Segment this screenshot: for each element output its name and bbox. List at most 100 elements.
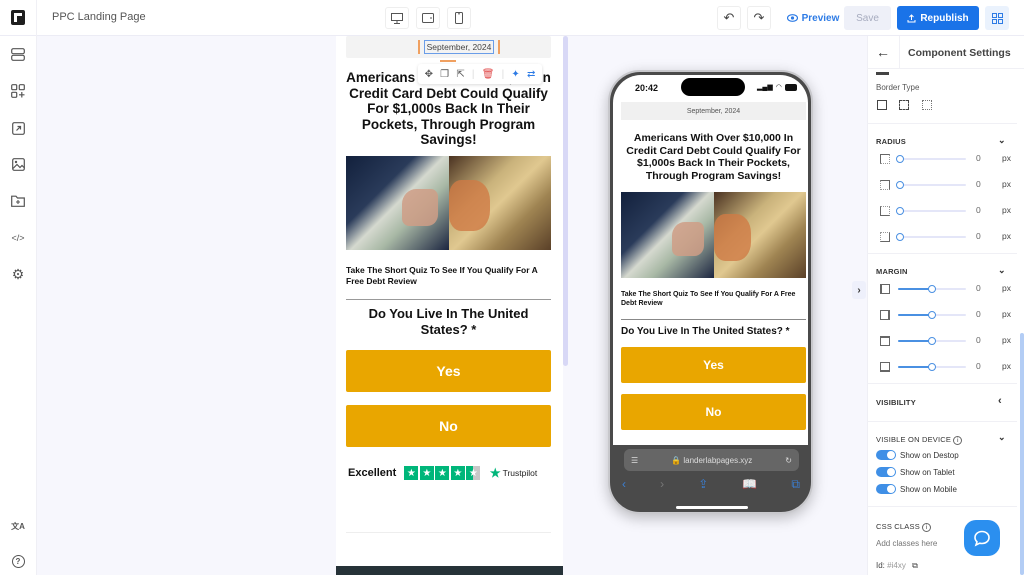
hero-image-left xyxy=(346,156,449,250)
resize-handle-left[interactable] xyxy=(418,40,420,54)
move-icon[interactable]: ✥ xyxy=(425,69,433,80)
radius-bottom-left-slider[interactable] xyxy=(896,207,966,215)
preview-button[interactable]: Preview xyxy=(786,6,840,30)
back-icon: ‹ xyxy=(622,477,626,491)
chevron-down-icon[interactable]: ⌄ xyxy=(998,432,1006,443)
toggle-label: Show on Tablet xyxy=(900,467,955,477)
border-dotted-option[interactable] xyxy=(922,100,932,110)
corner-bottom-right-icon xyxy=(880,232,890,242)
margin-bottom-slider[interactable] xyxy=(898,363,966,371)
redo-icon: ↷ xyxy=(753,10,765,25)
sidebar-item-code[interactable]: </> xyxy=(9,229,27,247)
republish-button[interactable]: Republish xyxy=(897,6,979,30)
margin-top-slider[interactable] xyxy=(898,337,966,345)
delete-icon[interactable]: 🗑 xyxy=(482,69,495,80)
slider-thumb[interactable] xyxy=(896,155,904,163)
device-desktop-button[interactable] xyxy=(385,7,409,29)
sidebar-item-files[interactable] xyxy=(9,192,27,210)
chevron-down-icon[interactable]: ⌄ xyxy=(998,135,1006,146)
star-half-icon: ★ xyxy=(466,466,481,480)
margin-value[interactable]: 0 xyxy=(976,361,981,371)
swap-icon[interactable]: ⇄ xyxy=(527,69,535,80)
show-desktop-toggle[interactable] xyxy=(876,450,896,460)
reload-icon: ↻ xyxy=(785,455,792,465)
rating-label: Excellent xyxy=(348,467,397,479)
device-tablet-button[interactable] xyxy=(416,7,440,29)
back-arrow-icon[interactable]: ← xyxy=(876,44,890,60)
phone-browser-nav: ‹ › ⇪ 📖 ⧉ xyxy=(616,477,806,492)
status-time: 20:42 xyxy=(635,83,659,93)
undo-button[interactable]: ↶ xyxy=(717,6,741,30)
chevron-down-icon[interactable]: ⌄ xyxy=(998,265,1006,276)
ai-magic-icon[interactable]: ✦ xyxy=(511,69,519,80)
collapse-panel-button[interactable]: › xyxy=(852,281,866,299)
editor-canvas-page[interactable]: September, 2024 Americans With Over $10,… xyxy=(336,36,563,575)
trustpilot-rating: Excellent ★ ★ ★ ★ ★ ★ Trustpilot xyxy=(348,465,553,481)
slider-thumb[interactable] xyxy=(896,207,904,215)
date-section[interactable]: September, 2024 xyxy=(346,36,551,58)
radius-top-right-slider[interactable] xyxy=(896,181,966,189)
margin-left-row: 0 px xyxy=(876,282,1016,296)
info-icon[interactable]: i xyxy=(922,523,932,532)
radius-value[interactable]: 0 xyxy=(976,205,981,215)
sidebar-item-sections[interactable] xyxy=(9,45,27,63)
question-text[interactable]: Do You Live In The United States? * xyxy=(346,306,551,338)
panel-title: Component Settings xyxy=(908,47,1011,59)
app-logo[interactable] xyxy=(11,10,25,25)
save-button[interactable]: Save xyxy=(844,6,891,30)
show-tablet-toggle[interactable] xyxy=(876,467,896,477)
bookmarks-icon: 📖 xyxy=(742,477,758,491)
slider-thumb[interactable] xyxy=(896,233,904,241)
border-dashed-option[interactable] xyxy=(899,100,909,110)
no-button[interactable]: No xyxy=(346,405,551,447)
redo-button[interactable]: ↷ xyxy=(747,6,771,30)
canvas-scrollbar[interactable] xyxy=(563,36,568,366)
date-text-selected[interactable]: September, 2024 xyxy=(424,40,494,54)
slider-thumb[interactable] xyxy=(928,311,936,319)
show-mobile-toggle[interactable] xyxy=(876,484,896,494)
qr-code-button[interactable] xyxy=(985,6,1009,30)
margin-right-slider[interactable] xyxy=(898,311,966,319)
footer-section[interactable] xyxy=(336,566,563,575)
phone-yes-button[interactable]: Yes xyxy=(621,347,806,383)
slider-thumb[interactable] xyxy=(928,337,936,345)
divider xyxy=(867,506,1017,507)
slider-thumb[interactable] xyxy=(928,285,936,293)
margin-left-slider[interactable] xyxy=(898,285,966,293)
radius-value[interactable]: 0 xyxy=(976,231,981,241)
slider-thumb[interactable] xyxy=(928,363,936,371)
subheadline[interactable]: Take The Short Quiz To See If You Qualif… xyxy=(346,265,551,287)
sidebar-item-add-components[interactable] xyxy=(9,82,27,100)
sidebar-item-popups[interactable] xyxy=(9,119,27,137)
select-parent-icon[interactable]: ⇱ xyxy=(456,69,464,80)
radius-value[interactable]: 0 xyxy=(976,153,981,163)
radius-top-left-slider[interactable] xyxy=(896,155,966,163)
tablet-icon xyxy=(422,13,434,23)
info-icon[interactable]: i xyxy=(953,436,963,445)
resize-handle-right[interactable] xyxy=(498,40,500,54)
mobile-icon xyxy=(455,12,463,24)
margin-value[interactable]: 0 xyxy=(976,283,981,293)
chevron-left-icon[interactable]: ‹ xyxy=(998,395,1002,407)
sidebar-item-settings[interactable]: ⚙ xyxy=(9,265,27,283)
hero-image[interactable] xyxy=(346,156,551,250)
margin-value[interactable]: 0 xyxy=(976,309,981,319)
copy-icon[interactable]: ❐ xyxy=(440,69,449,80)
radius-bottom-right-slider[interactable] xyxy=(896,233,966,241)
device-mobile-button[interactable] xyxy=(447,7,471,29)
panel-scrollbar[interactable] xyxy=(1020,333,1024,575)
sidebar-item-media[interactable] xyxy=(9,155,27,173)
resize-handle-bottom[interactable] xyxy=(440,60,456,62)
sidebar-item-help[interactable]: ? xyxy=(9,552,27,570)
slider-thumb[interactable] xyxy=(896,181,904,189)
phone-no-button[interactable]: No xyxy=(621,394,806,430)
margin-value[interactable]: 0 xyxy=(976,335,981,345)
sidebar-item-translate[interactable]: 文A xyxy=(9,517,27,535)
margin-section-label: MARGIN xyxy=(876,267,908,276)
copy-icon[interactable]: ⧉ xyxy=(912,561,918,570)
border-solid-option[interactable] xyxy=(877,100,887,110)
top-bar: PPC Landing Page ↶ ↷ Preview Save Republ… xyxy=(0,0,1024,36)
yes-button[interactable]: Yes xyxy=(346,350,551,392)
chat-support-button[interactable] xyxy=(964,520,1000,556)
radius-value[interactable]: 0 xyxy=(976,179,981,189)
